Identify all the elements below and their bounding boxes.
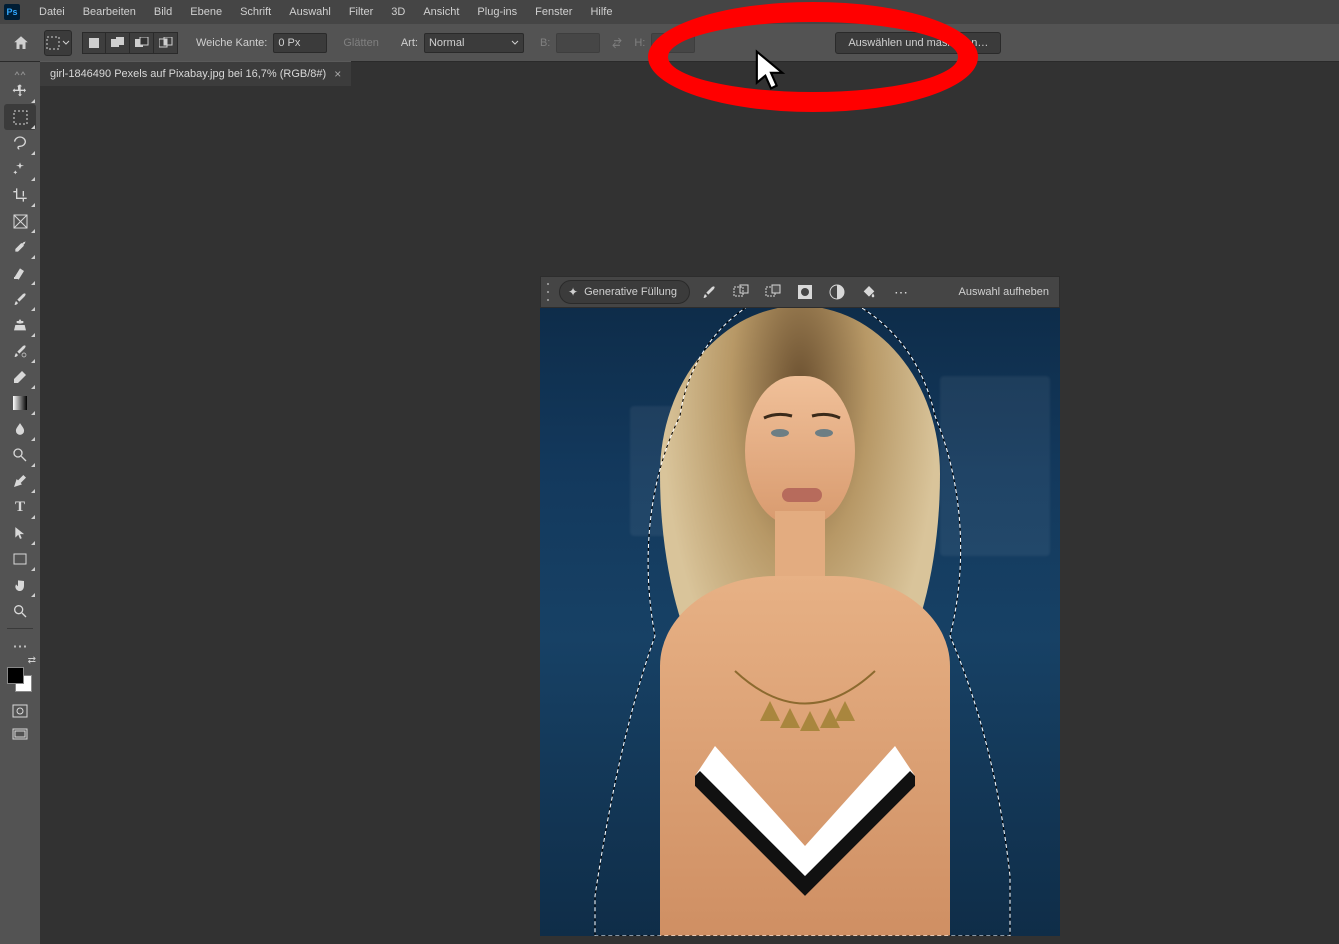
eraser-tool[interactable]	[4, 364, 36, 390]
style-label: Art:	[401, 37, 418, 49]
feather-input[interactable]	[273, 33, 327, 53]
style-value: Normal	[429, 37, 464, 49]
generative-fill-button[interactable]: ✦ Generative Füllung	[559, 280, 690, 304]
antialias-label: Glätten	[343, 37, 378, 49]
quick-selection-tool[interactable]	[4, 156, 36, 182]
document-tab-bar: girl-1846490 Pexels auf Pixabay.jpg bei …	[40, 62, 1339, 86]
menu-bar: Ps Datei Bearbeiten Bild Ebene Schrift A…	[0, 0, 1339, 24]
sparkle-icon: ✦	[568, 285, 578, 299]
color-swatches[interactable]: ⇄	[4, 663, 36, 693]
type-tool[interactable]: T	[4, 494, 36, 520]
ctx-more-icon[interactable]: ⋯	[888, 280, 914, 304]
frame-tool[interactable]	[4, 208, 36, 234]
ctx-brush-icon[interactable]	[696, 280, 722, 304]
menu-ansicht[interactable]: Ansicht	[414, 2, 468, 22]
tool-preset-picker[interactable]	[44, 30, 72, 56]
hand-tool[interactable]	[4, 572, 36, 598]
gradient-tool[interactable]	[4, 390, 36, 416]
contextual-task-bar: ✦ Generative Füllung ⋯ Auswahl aufheben	[540, 276, 1060, 308]
brush-tool[interactable]	[4, 286, 36, 312]
path-selection-tool[interactable]	[4, 520, 36, 546]
move-tool[interactable]	[4, 78, 36, 104]
width-label: B:	[540, 37, 550, 49]
menu-filter[interactable]: Filter	[340, 2, 382, 22]
deselect-button[interactable]: Auswahl aufheben	[954, 286, 1053, 298]
dodge-tool[interactable]	[4, 442, 36, 468]
foreground-color-swatch[interactable]	[7, 667, 24, 684]
options-bar: Weiche Kante: Glätten Art: Normal B: H: …	[0, 24, 1339, 62]
height-input	[651, 33, 695, 53]
app-logo: Ps	[4, 4, 20, 20]
menu-ebene[interactable]: Ebene	[181, 2, 231, 22]
healing-brush-tool[interactable]	[4, 260, 36, 286]
lasso-tool[interactable]	[4, 130, 36, 156]
selection-mode-group	[82, 32, 178, 54]
height-label: H:	[634, 37, 645, 49]
menu-auswahl[interactable]: Auswahl	[280, 2, 340, 22]
menu-plugins[interactable]: Plug-ins	[468, 2, 526, 22]
history-brush-tool[interactable]	[4, 338, 36, 364]
pen-tool[interactable]	[4, 468, 36, 494]
ctx-add-selection-icon[interactable]	[728, 280, 754, 304]
ctx-subtract-selection-icon[interactable]	[760, 280, 786, 304]
style-select[interactable]: Normal	[424, 33, 524, 53]
menu-hilfe[interactable]: Hilfe	[581, 2, 621, 22]
generative-fill-label: Generative Füllung	[584, 286, 677, 298]
ctx-fill-icon[interactable]	[856, 280, 882, 304]
rectangle-tool[interactable]	[4, 546, 36, 572]
menu-fenster[interactable]: Fenster	[526, 2, 581, 22]
swap-wh-icon	[606, 32, 628, 54]
document-tab-title: girl-1846490 Pexels auf Pixabay.jpg bei …	[50, 68, 326, 80]
selection-add[interactable]	[106, 32, 130, 54]
menu-bearbeiten[interactable]: Bearbeiten	[74, 2, 145, 22]
quick-mask-toggle[interactable]	[4, 699, 36, 723]
home-button[interactable]	[6, 29, 36, 57]
width-input	[556, 33, 600, 53]
selection-new[interactable]	[82, 32, 106, 54]
document-tab[interactable]: girl-1846490 Pexels auf Pixabay.jpg bei …	[40, 61, 351, 86]
document-canvas[interactable]	[540, 276, 1060, 936]
clone-stamp-tool[interactable]	[4, 312, 36, 338]
menu-3d[interactable]: 3D	[382, 2, 414, 22]
ctx-invert-icon[interactable]	[792, 280, 818, 304]
collapse-handle-icon[interactable]	[0, 68, 40, 78]
tools-panel: T ⋯ ⇄	[0, 62, 40, 944]
drag-handle-icon[interactable]	[547, 283, 553, 301]
close-tab-icon[interactable]: ×	[334, 67, 341, 81]
ctx-mask-icon[interactable]	[824, 280, 850, 304]
marquee-tool[interactable]	[4, 104, 36, 130]
menu-schrift[interactable]: Schrift	[231, 2, 280, 22]
selection-subtract[interactable]	[130, 32, 154, 54]
menu-bild[interactable]: Bild	[145, 2, 181, 22]
crop-tool[interactable]	[4, 182, 36, 208]
screen-mode-toggle[interactable]	[4, 723, 36, 747]
blur-tool[interactable]	[4, 416, 36, 442]
eyedropper-tool[interactable]	[4, 234, 36, 260]
feather-label: Weiche Kante:	[196, 37, 267, 49]
menu-datei[interactable]: Datei	[30, 2, 74, 22]
select-and-mask-button[interactable]: Auswählen und maskieren…	[835, 32, 1001, 54]
canvas-area[interactable]: ✦ Generative Füllung ⋯ Auswahl aufheben	[40, 86, 1339, 944]
selection-intersect[interactable]	[154, 32, 178, 54]
swap-colors-icon[interactable]: ⇄	[28, 655, 36, 666]
zoom-tool[interactable]	[4, 598, 36, 624]
